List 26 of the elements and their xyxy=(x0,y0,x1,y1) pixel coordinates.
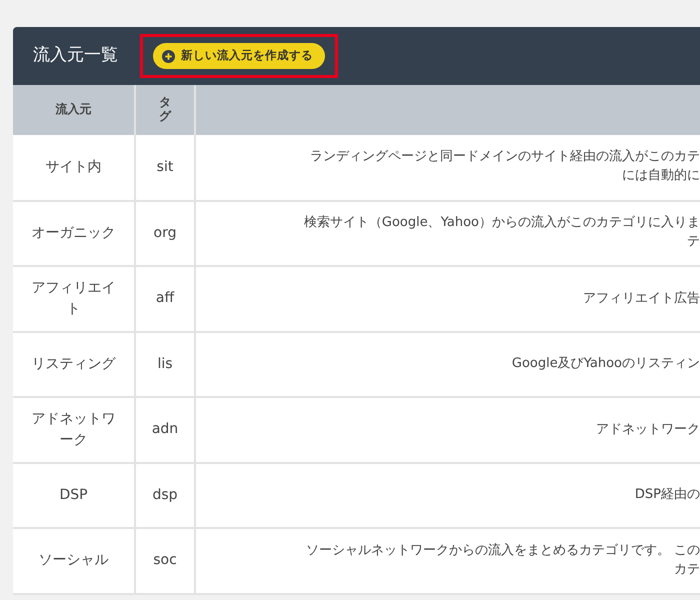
description-text: DSP経由の xyxy=(634,486,700,504)
description-text: アフィリエイト広告 xyxy=(583,290,700,308)
source-name-cell: アフィリエイト xyxy=(13,266,135,332)
source-name-cell: DSP xyxy=(13,462,135,528)
description-text: ソーシャルネットワークからの流入をまとめるカテゴリです。 この カテ xyxy=(306,542,700,579)
description-text: Google及びYahooのリスティン xyxy=(512,355,700,374)
tag-cell: org xyxy=(135,200,195,266)
create-source-button[interactable]: 新しい流入元を作成する xyxy=(153,43,325,69)
source-name-cell: ソーシャル xyxy=(13,528,135,594)
column-header: タグ xyxy=(135,85,195,135)
column-header: 流入元 xyxy=(13,85,135,135)
tag-cell: lis xyxy=(135,332,195,397)
tag-cell: soc xyxy=(135,528,195,594)
tag-cell: adn xyxy=(135,397,195,462)
description-text: アドネットワーク xyxy=(596,420,700,439)
source-name-cell: リスティング xyxy=(13,332,135,397)
tag-cell: aff xyxy=(135,266,195,332)
source-name-cell: オーガニック xyxy=(13,200,135,266)
plus-circle-icon xyxy=(162,50,175,62)
tag-cell: sit xyxy=(135,135,195,200)
source-name-cell: アドネットワーク xyxy=(13,397,135,462)
panel-title: 流入元一覧 xyxy=(33,44,118,68)
description-text: ランディングページと同ードメインのサイト経由の流入がこのカテ には自動的に xyxy=(310,148,700,186)
description-text: 検索サイト（Google、Yahoo）からの流入がこのカテゴリに入りま テ xyxy=(304,214,700,252)
source-name-cell: サイト内 xyxy=(13,135,135,200)
tag-cell: dsp xyxy=(135,462,195,528)
